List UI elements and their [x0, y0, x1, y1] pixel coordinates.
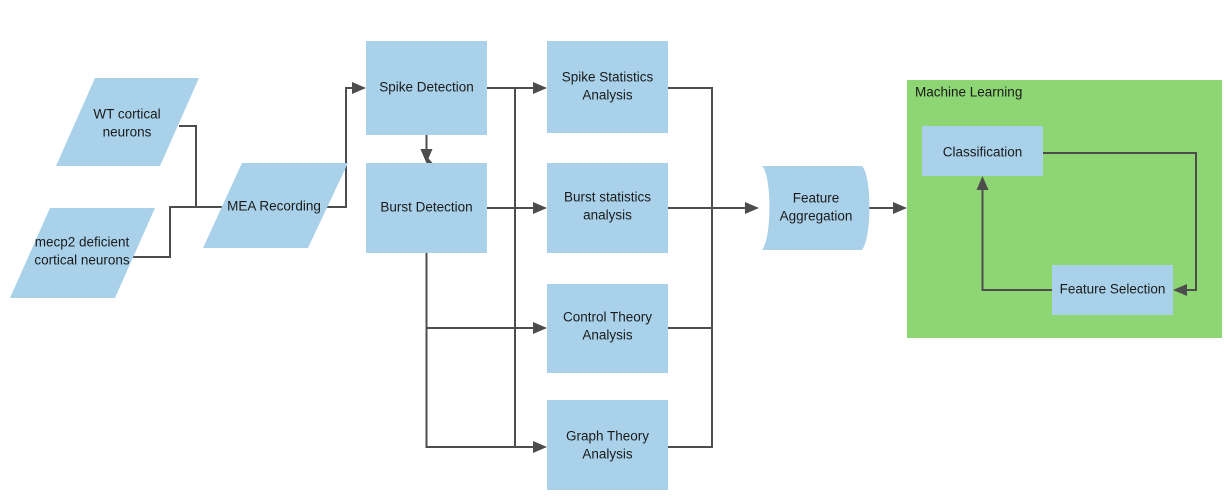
node-wt-cortical-neurons[interactable]: WT cortical neurons: [56, 78, 199, 166]
node-spike-statistics-analysis[interactable]: Spike Statistics Analysis: [547, 41, 668, 133]
flowchart-canvas: Machine Learning WT cortical neurons mec…: [0, 0, 1229, 500]
node-feature-selection[interactable]: Feature Selection: [1052, 265, 1173, 315]
arrowhead-burst-stats-input: [533, 202, 547, 214]
node-mea-recording[interactable]: MEA Recording: [203, 163, 348, 248]
graph-theory-label-line2: Analysis: [582, 447, 633, 462]
node-graph-theory-analysis[interactable]: Graph Theory Analysis: [547, 400, 668, 490]
arrowhead-spike-stats-input: [533, 82, 547, 94]
arrowhead-control-theory-input: [533, 322, 547, 334]
wt-cortical-neurons-label-line2: neurons: [103, 125, 152, 140]
burst-detection-label: Burst Detection: [380, 200, 472, 215]
node-burst-detection[interactable]: Burst Detection: [366, 163, 487, 253]
spike-statistics-label-line2: Analysis: [582, 88, 633, 103]
wt-cortical-neurons-label-line1: WT cortical: [93, 107, 160, 122]
machine-learning-group-label: Machine Learning: [915, 85, 1022, 100]
burst-statistics-label-line1: Burst statistics: [564, 190, 651, 205]
node-burst-statistics-analysis[interactable]: Burst statistics analysis: [547, 163, 668, 253]
burst-statistics-label-line2: analysis: [583, 208, 632, 223]
spike-statistics-label-line1: Spike Statistics: [562, 70, 654, 85]
feature-aggregation-label-line2: Aggregation: [780, 209, 853, 224]
mea-recording-label: MEA Recording: [227, 199, 321, 214]
arrowhead-spike-detection-input: [352, 82, 366, 94]
spike-detection-label: Spike Detection: [379, 80, 474, 95]
node-classification[interactable]: Classification: [922, 126, 1043, 176]
arrowhead-graph-theory-input: [533, 441, 547, 453]
arrowhead-feature-aggregation-input: [745, 202, 759, 214]
connector-analysis-output-bus: [668, 87, 713, 448]
mecp2-deficient-label-line2: cortical neurons: [34, 253, 130, 268]
classification-label: Classification: [943, 145, 1023, 160]
graph-theory-rect: [547, 400, 668, 490]
wt-cortical-neurons-shape: [56, 78, 199, 166]
mecp2-deficient-label-line1: mecp2 deficient: [35, 235, 130, 250]
graph-theory-label-line1: Graph Theory: [566, 429, 649, 444]
arrowhead-ml-input: [893, 202, 907, 214]
control-theory-label-line2: Analysis: [582, 328, 633, 343]
node-feature-aggregation[interactable]: Feature Aggregation: [762, 166, 870, 250]
flowchart-svg: Machine Learning WT cortical neurons mec…: [10, 41, 1222, 490]
node-mecp2-deficient-cortical-neurons[interactable]: mecp2 deficient cortical neurons: [10, 208, 155, 298]
node-control-theory-analysis[interactable]: Control Theory Analysis: [547, 284, 668, 373]
node-spike-detection[interactable]: Spike Detection: [366, 41, 487, 135]
feature-aggregation-label-line1: Feature: [793, 191, 840, 206]
connector-burst-detection-down-bus: [425, 253, 533, 448]
control-theory-label-line1: Control Theory: [563, 310, 652, 325]
feature-selection-label: Feature Selection: [1060, 282, 1166, 297]
arrowhead-burst-detection-input: [420, 149, 433, 163]
